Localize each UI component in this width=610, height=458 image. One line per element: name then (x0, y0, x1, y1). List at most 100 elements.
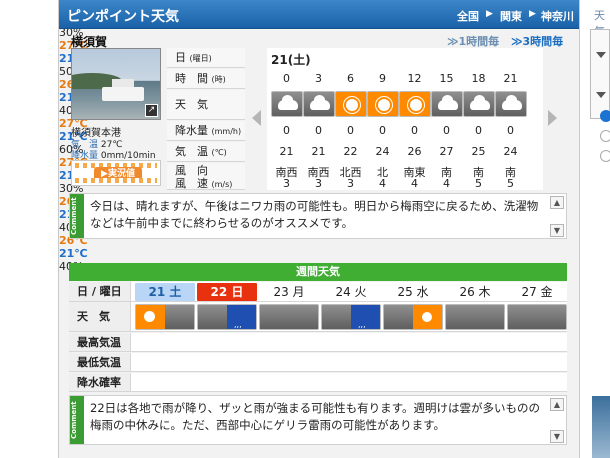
row-label-day: 日 (曜日) (167, 48, 245, 68)
scroll-left-arrow-icon[interactable] (252, 110, 261, 126)
hour-cell: 3 (315, 72, 322, 85)
cloud-rain-icon: ,,, (321, 304, 381, 330)
sun-icon (399, 91, 431, 117)
sun-icon (367, 91, 399, 117)
temp-cell: 24 (375, 145, 390, 158)
cloud-icon (495, 91, 527, 117)
scroll-down-icon[interactable]: ▼ (550, 430, 564, 443)
breadcrumb-separator-icon: ▶ (486, 9, 493, 19)
cloud-icon (303, 91, 335, 117)
cloud-icon (271, 91, 303, 117)
wind-speed-cell: 4 (411, 177, 418, 190)
wind-speed-cell: 3 (283, 177, 290, 190)
today-comment: Comment 今日は、晴れますが、午後はニワカ雨の可能性も。明日から梅雨空に戻… (69, 193, 567, 239)
wind-speed-cell: 5 (507, 177, 514, 190)
temp-cell: 25 (471, 145, 486, 158)
week-day-2: 23 月 (259, 283, 319, 301)
live-camera-photo[interactable]: ↗ (71, 48, 161, 120)
hour-cell: 21 (503, 72, 518, 85)
cloudy-icon (445, 304, 505, 330)
rain-cell: 0 (283, 124, 290, 137)
chevron-right-icon: ≫ (511, 35, 523, 48)
cloud-icon (431, 91, 463, 117)
wind-speed-cell: 4 (379, 177, 386, 190)
week-day-5: 26 木 (445, 283, 505, 301)
live-values-button[interactable]: ▶実況値 (71, 160, 161, 186)
hourly-date: 21(土) (271, 53, 311, 67)
scroll-up-icon[interactable]: ▲ (550, 398, 564, 411)
scroll-down-icon[interactable]: ▼ (550, 224, 564, 237)
week-label-rain: 降水確率 (69, 373, 131, 391)
week-day-1: 22 日 (197, 283, 257, 301)
sidebar-thumbnail[interactable] (592, 396, 610, 458)
week-label-max: 最高気温 (69, 333, 131, 351)
sun-icon (335, 91, 367, 117)
row-label-time: 時 間 (時) (167, 69, 245, 89)
hour-cell: 12 (407, 72, 422, 85)
rain-cell: 0 (443, 124, 450, 137)
cloud-icon (463, 91, 495, 117)
breadcrumb-separator-icon: ▶ (529, 9, 536, 19)
cloud-sun-icon (383, 304, 443, 330)
expand-icon[interactable]: ↗ (145, 104, 158, 117)
rain-cell: 0 (315, 124, 322, 137)
cloudy-icon (507, 304, 567, 330)
left-margin (0, 0, 58, 458)
chevron-right-icon: ≫ (447, 35, 459, 48)
rain-cell: 0 (475, 124, 482, 137)
rain-cell: 0 (379, 124, 386, 137)
radio-option[interactable] (600, 150, 610, 162)
row-label-weather: 天 気 (167, 90, 245, 120)
row-label-rain: 降水量 (mm/h) (167, 121, 245, 141)
row-label-temp: 気 温 (℃) (167, 142, 245, 162)
temp-cell: 22 (343, 145, 358, 158)
rain-cell: 0 (347, 124, 354, 137)
week-row-rain: 降水確率 (69, 373, 567, 392)
week-day-6: 27 金 (507, 283, 567, 301)
breadcrumb-kanto[interactable]: 関東 (500, 8, 522, 24)
breadcrumb-zenkoku[interactable]: 全国 (457, 8, 479, 24)
week-day-3: 24 火 (321, 283, 381, 301)
week-label-date: 日 / 曜日 (69, 282, 131, 301)
comment-side-label: Comment (70, 396, 84, 444)
temp-cell: 21 (279, 145, 294, 158)
radio-selected[interactable] (600, 110, 610, 122)
tab-1-hour[interactable]: ≫1時間毎 (447, 33, 499, 49)
week-label-min: 最低気温 (69, 353, 131, 371)
hour-cell: 15 (439, 72, 454, 85)
wind-speed-cell: 4 (443, 177, 450, 190)
week-row-min: 最低気温 (69, 353, 567, 372)
pinpoint-weather-panel: ピンポイント天気 全国 ▶ 関東 ▶ 神奈川 横須賀 ≫1時間毎 ≫3時間毎 ↗… (58, 0, 580, 458)
hour-cell: 6 (347, 72, 354, 85)
sun-cloud-icon (135, 304, 195, 330)
row-label-wind: 風 向風 速 (m/s) (167, 163, 245, 190)
rain-cell: 0 (507, 124, 514, 137)
wind-speed-cell: 3 (347, 177, 354, 190)
rain-cell: 0 (411, 124, 418, 137)
week-min-temp: 21℃ (59, 247, 88, 260)
sidebar-select[interactable] (590, 29, 610, 119)
tab-3-hour[interactable]: ≫3時間毎 (511, 33, 563, 49)
cloud-rain-icon: ,,, (197, 304, 257, 330)
week-day-0: 21 土 (135, 283, 195, 301)
dropdown-arrow-icon[interactable] (596, 92, 606, 98)
radio-option[interactable] (600, 130, 610, 142)
cloudy-icon (259, 304, 319, 330)
week-label-weather: 天 気 (69, 302, 131, 331)
dropdown-arrow-icon[interactable] (596, 52, 606, 58)
temp-cell: 27 (439, 145, 454, 158)
weekly-comment: Comment 22日は各地で雨が降り、ザッと雨が強まる可能性も有ります。週明け… (69, 395, 567, 445)
temp-cell: 24 (503, 145, 518, 158)
scroll-right-arrow-icon[interactable] (548, 110, 557, 126)
hour-cell: 18 (471, 72, 486, 85)
week-day-4: 25 水 (383, 283, 443, 301)
breadcrumb-kanagawa[interactable]: 神奈川 (541, 8, 574, 24)
weekly-weather-title: 週間天気 (69, 263, 567, 281)
weekly-comment-text: 22日は各地で雨が降り、ザッと雨が強まる可能性も有ります。週明けは雲が多いものの… (90, 401, 541, 432)
temp-cell: 21 (311, 145, 326, 158)
scroll-up-icon[interactable]: ▲ (550, 196, 564, 209)
right-sidebar: 天気 (582, 0, 610, 458)
hour-cell: 0 (283, 72, 290, 85)
wind-speed-cell: 5 (475, 177, 482, 190)
week-row-max: 最高気温 (69, 333, 567, 352)
